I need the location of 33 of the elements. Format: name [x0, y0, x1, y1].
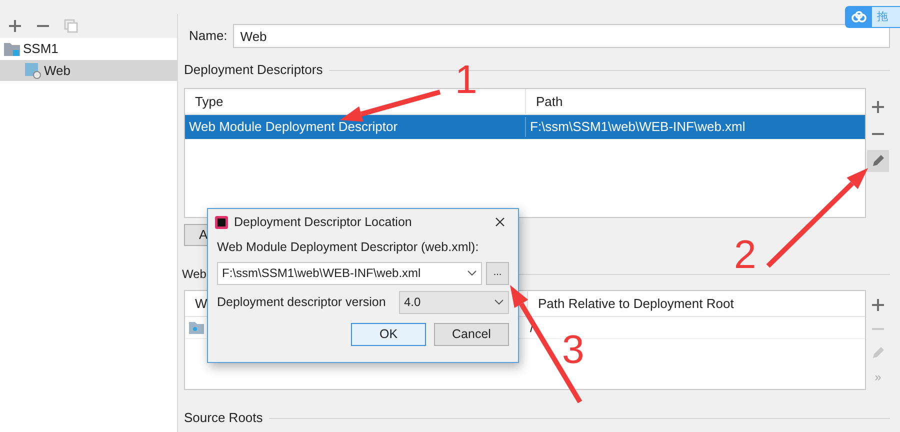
dialog-title: Deployment Descriptor Location	[234, 214, 413, 231]
close-icon[interactable]	[495, 217, 505, 227]
pencil-icon[interactable]	[871, 154, 885, 168]
table-row[interactable]: Web Module Deployment Descriptor F:\ssm\SSM1\web\WEB-INF\web.xml	[185, 115, 865, 139]
name-label: Name:	[189, 27, 228, 46]
dialog-button[interactable]: OK	[351, 322, 426, 346]
dialog-button[interactable]: Cancel	[434, 322, 509, 346]
plus-icon[interactable]	[8, 19, 22, 33]
section-title: Source Roots	[184, 409, 263, 428]
plus-icon[interactable]	[871, 100, 885, 114]
field-label: Deployment descriptor version	[217, 294, 386, 311]
section-title: Deployment Descriptors	[184, 61, 323, 80]
folder-icon	[189, 322, 204, 334]
web-module-icon	[25, 62, 41, 78]
tree-item[interactable]: Web	[0, 60, 177, 81]
chevron-icon	[467, 270, 477, 276]
name-field[interactable]: Web	[233, 24, 890, 48]
section-title: Web	[182, 266, 206, 283]
path-combo[interactable]: F:\ssm\SSM1\web\WEB-INF\web.xml	[217, 262, 482, 285]
folder-icon	[4, 42, 20, 56]
column-header: Path	[535, 92, 563, 111]
version-combo[interactable]: 4.0	[399, 290, 509, 314]
annotation-number: 2	[734, 235, 756, 275]
browse-button[interactable]: ...	[486, 262, 509, 285]
field-label: Web Module Deployment Descriptor (web.xml):	[217, 239, 480, 256]
badge-label: 拖	[876, 10, 888, 25]
app-icon	[215, 216, 228, 228]
cloud-icon	[851, 11, 867, 23]
table-cell-text: F:\ssm\SSM1\web\WEB-INF\web.xml	[529, 118, 746, 136]
plus-icon[interactable]	[871, 298, 885, 312]
chevron-icon	[494, 299, 504, 306]
column-header: Path Relative to Deployment Root	[537, 294, 734, 313]
tree-item[interactable]: SSM1	[0, 38, 177, 60]
